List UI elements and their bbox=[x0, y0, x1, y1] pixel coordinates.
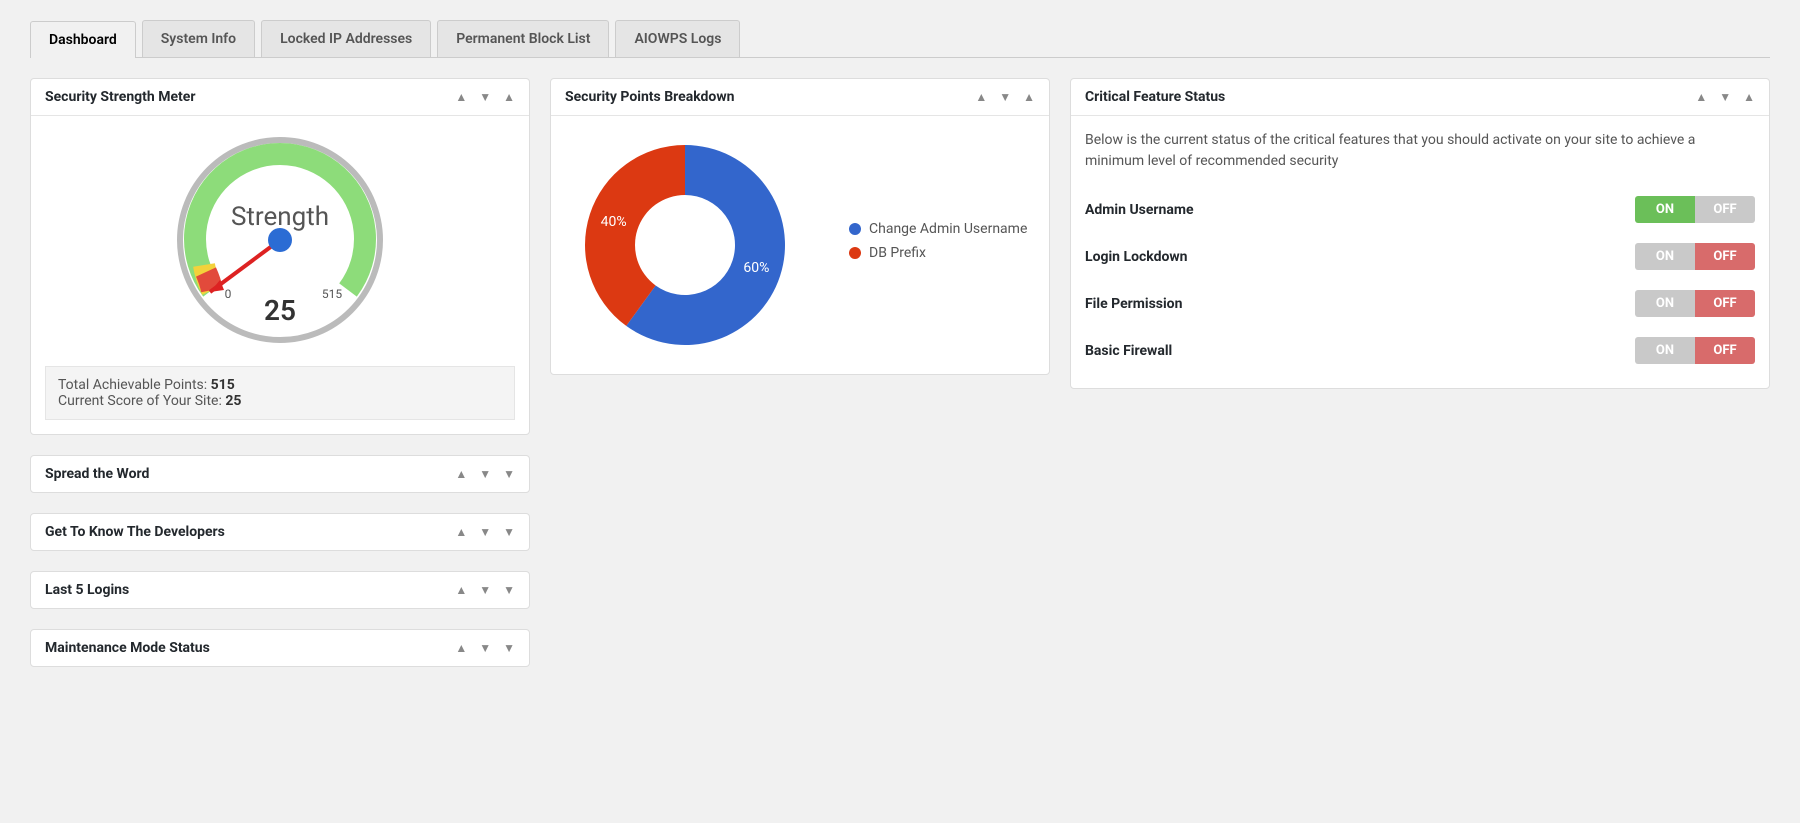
panel-move-up-icon[interactable]: ▲ bbox=[975, 91, 987, 103]
feature-label: Admin Username bbox=[1085, 202, 1194, 218]
toggle-off[interactable]: OFF bbox=[1695, 196, 1755, 223]
panel-controls: ▲ ▼ ▲ bbox=[455, 91, 515, 103]
panel-title: Security Strength Meter bbox=[45, 89, 195, 105]
toggle-on[interactable]: ON bbox=[1635, 337, 1695, 364]
panel-maintenance-mode-status: Maintenance Mode Status ▲ ▼ ▼ bbox=[30, 629, 530, 667]
feature-label: Basic Firewall bbox=[1085, 343, 1172, 359]
panel-body: Strength 0 515 25 Total Achievable Point… bbox=[31, 116, 529, 434]
critical-description: Below is the current status of the criti… bbox=[1085, 130, 1755, 172]
panel-body: Below is the current status of the criti… bbox=[1071, 116, 1769, 388]
current-score-value: 25 bbox=[225, 393, 241, 409]
panel-header: Last 5 Logins ▲ ▼ ▼ bbox=[31, 572, 529, 608]
legend-swatch-icon bbox=[849, 223, 861, 235]
toggle-on[interactable]: ON bbox=[1635, 290, 1695, 317]
panel-controls: ▲ ▼ ▲ bbox=[1695, 91, 1755, 103]
panel-title: Critical Feature Status bbox=[1085, 89, 1225, 105]
panel-points-breakdown: Security Points Breakdown ▲ ▼ ▲ 60% 40% C… bbox=[550, 78, 1050, 375]
panel-get-to-know-the-developers: Get To Know The Developers ▲ ▼ ▼ bbox=[30, 513, 530, 551]
donut-slice-pct: 60% bbox=[743, 260, 769, 276]
gauge-label: Strength bbox=[231, 202, 329, 232]
donut-slice-pct: 40% bbox=[601, 214, 627, 230]
panel-header: Security Strength Meter ▲ ▼ ▲ bbox=[31, 79, 529, 116]
panel-move-down-icon[interactable]: ▼ bbox=[479, 91, 491, 103]
panel-controls: ▲ ▼ ▼ bbox=[455, 642, 515, 654]
toggle-off[interactable]: OFF bbox=[1695, 243, 1755, 270]
panel-title: Spread the Word bbox=[45, 466, 149, 482]
panel-controls: ▲ ▼ ▼ bbox=[455, 584, 515, 596]
current-score-label: Current Score of Your Site: bbox=[58, 393, 225, 409]
tab-aiowps-logs[interactable]: AIOWPS Logs bbox=[615, 20, 740, 57]
total-achievable-label: Total Achievable Points: bbox=[58, 377, 211, 393]
panel-strength-meter: Security Strength Meter ▲ ▼ ▲ bbox=[30, 78, 530, 435]
tabs-bar: DashboardSystem InfoLocked IP AddressesP… bbox=[30, 20, 1770, 58]
panel-expand-icon[interactable]: ▼ bbox=[503, 526, 515, 538]
tab-system-info[interactable]: System Info bbox=[142, 20, 255, 57]
panel-header: Get To Know The Developers ▲ ▼ ▼ bbox=[31, 514, 529, 550]
toggle-on[interactable]: ON bbox=[1635, 243, 1695, 270]
panel-title: Get To Know The Developers bbox=[45, 524, 225, 540]
feature-label: File Permission bbox=[1085, 296, 1182, 312]
gauge-score: 25 bbox=[264, 294, 296, 327]
panel-title: Security Points Breakdown bbox=[565, 89, 734, 105]
legend-item: DB Prefix bbox=[849, 245, 1027, 261]
panel-collapse-icon[interactable]: ▲ bbox=[1023, 91, 1035, 103]
feature-row-login-lockdown: Login Lockdown ONOFF bbox=[1085, 233, 1755, 280]
gauge-max: 515 bbox=[322, 287, 342, 301]
panel-expand-icon[interactable]: ▼ bbox=[503, 468, 515, 480]
strength-gauge: Strength 0 515 25 bbox=[170, 130, 390, 350]
panel-header: Spread the Word ▲ ▼ ▼ bbox=[31, 456, 529, 492]
panel-spread-the-word: Spread the Word ▲ ▼ ▼ bbox=[30, 455, 530, 493]
feature-toggle[interactable]: ONOFF bbox=[1635, 337, 1755, 364]
legend-swatch-icon bbox=[849, 247, 861, 259]
gauge-meta: Total Achievable Points: 515 Current Sco… bbox=[45, 366, 515, 420]
feature-toggle[interactable]: ONOFF bbox=[1635, 243, 1755, 270]
toggle-on[interactable]: ON bbox=[1635, 196, 1695, 223]
tab-locked-ip-addresses[interactable]: Locked IP Addresses bbox=[261, 20, 431, 57]
panel-move-up-icon[interactable]: ▲ bbox=[1695, 91, 1707, 103]
panel-move-up-icon[interactable]: ▲ bbox=[455, 642, 467, 654]
panel-move-down-icon[interactable]: ▼ bbox=[999, 91, 1011, 103]
panel-move-up-icon[interactable]: ▲ bbox=[455, 584, 467, 596]
tab-dashboard[interactable]: Dashboard bbox=[30, 21, 136, 58]
panel-last-5-logins: Last 5 Logins ▲ ▼ ▼ bbox=[30, 571, 530, 609]
panel-move-up-icon[interactable]: ▲ bbox=[455, 526, 467, 538]
panel-expand-icon[interactable]: ▼ bbox=[503, 584, 515, 596]
panel-header: Security Points Breakdown ▲ ▼ ▲ bbox=[551, 79, 1049, 116]
toggle-off[interactable]: OFF bbox=[1695, 337, 1755, 364]
legend-item: Change Admin Username bbox=[849, 221, 1027, 237]
legend-label: Change Admin Username bbox=[869, 221, 1027, 237]
panel-controls: ▲ ▼ ▲ bbox=[975, 91, 1035, 103]
feature-toggle[interactable]: ONOFF bbox=[1635, 290, 1755, 317]
panel-title: Maintenance Mode Status bbox=[45, 640, 210, 656]
panel-collapse-icon[interactable]: ▲ bbox=[1743, 91, 1755, 103]
panel-body: 60% 40% Change Admin Username DB Prefix bbox=[551, 116, 1049, 374]
panel-controls: ▲ ▼ ▼ bbox=[455, 468, 515, 480]
panel-header: Maintenance Mode Status ▲ ▼ ▼ bbox=[31, 630, 529, 666]
panel-move-down-icon[interactable]: ▼ bbox=[479, 526, 491, 538]
panel-expand-icon[interactable]: ▼ bbox=[503, 642, 515, 654]
panel-move-down-icon[interactable]: ▼ bbox=[479, 642, 491, 654]
feature-row-basic-firewall: Basic Firewall ONOFF bbox=[1085, 327, 1755, 374]
toggle-off[interactable]: OFF bbox=[1695, 290, 1755, 317]
panel-move-up-icon[interactable]: ▲ bbox=[455, 91, 467, 103]
panel-move-down-icon[interactable]: ▼ bbox=[479, 468, 491, 480]
panel-controls: ▲ ▼ ▼ bbox=[455, 526, 515, 538]
panel-collapse-icon[interactable]: ▲ bbox=[503, 91, 515, 103]
panel-title: Last 5 Logins bbox=[45, 582, 129, 598]
feature-toggle[interactable]: ONOFF bbox=[1635, 196, 1755, 223]
panel-header: Critical Feature Status ▲ ▼ ▲ bbox=[1071, 79, 1769, 116]
chart-legend: Change Admin Username DB Prefix bbox=[849, 221, 1027, 269]
legend-label: DB Prefix bbox=[869, 245, 926, 261]
panel-move-down-icon[interactable]: ▼ bbox=[1719, 91, 1731, 103]
breakdown-donut-chart: 60% 40% bbox=[565, 130, 825, 360]
feature-row-admin-username: Admin Username ONOFF bbox=[1085, 186, 1755, 233]
panel-move-down-icon[interactable]: ▼ bbox=[479, 584, 491, 596]
panel-critical-features: Critical Feature Status ▲ ▼ ▲ Below is t… bbox=[1070, 78, 1770, 389]
total-achievable-value: 515 bbox=[211, 377, 235, 393]
gauge-min: 0 bbox=[225, 287, 232, 301]
panel-move-up-icon[interactable]: ▲ bbox=[455, 468, 467, 480]
feature-row-file-permission: File Permission ONOFF bbox=[1085, 280, 1755, 327]
tab-permanent-block-list[interactable]: Permanent Block List bbox=[437, 20, 609, 57]
feature-label: Login Lockdown bbox=[1085, 249, 1188, 265]
